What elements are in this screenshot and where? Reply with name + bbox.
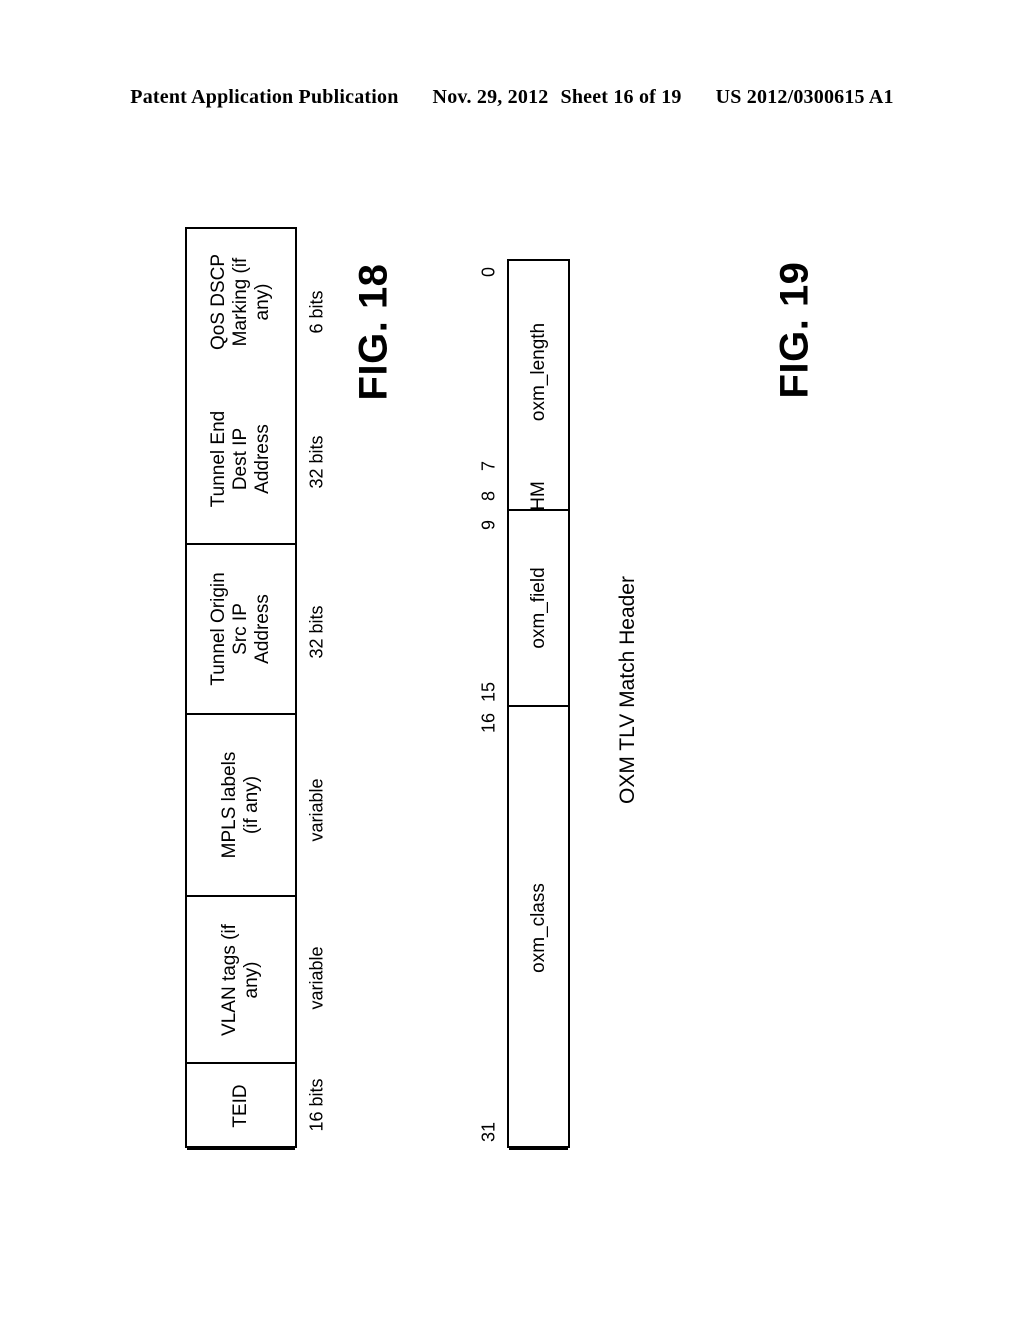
fig19-cell-label: oxm_field — [527, 567, 549, 649]
fig18-cell-tunnel-origin-src-ip: Tunnel Origin Src IP Address — [187, 545, 295, 715]
fig19-cell-label: oxm_class — [527, 882, 549, 973]
header-publication-label: Patent Application Publication — [130, 86, 399, 108]
fig18-cell-label: QoS DSCP Marking (if any) — [208, 253, 273, 351]
fig18-size-vlan-tags: variable — [306, 946, 327, 1010]
fig18-cell-mpls-labels: MPLS labels (if any) — [187, 715, 295, 897]
fig18-cell-vlan-tags: VLAN tags (if any) — [187, 897, 295, 1064]
fig18-cell-qos-dscp-marking: QoS DSCP Marking (if any) — [187, 229, 295, 375]
fig19-bitmark-16: 16 — [478, 712, 499, 734]
fig18-size-qos-dscp-marking: 6 bits — [306, 290, 327, 334]
fig18-cell-label: Tunnel End Dest IP Address — [208, 410, 273, 508]
fig19-bitmark-0: 0 — [478, 266, 499, 278]
fig18-cell-tunnel-end-dest-ip: Tunnel End Dest IP Address — [187, 375, 295, 545]
header-sheet-label: Sheet 16 of 19 — [560, 86, 682, 108]
fig19-bitmark-7: 7 — [478, 460, 499, 472]
fig19-oxm-tlv-match-header-box: oxm_class oxm_field HM oxm_length — [507, 259, 570, 1150]
fig18-cell-teid: TEID — [187, 1064, 295, 1150]
patent-figure-page: Patent Application Publication Nov. 29, 2… — [0, 0, 1024, 1320]
fig19-cell-label: oxm_length — [527, 322, 549, 421]
fig19-cell-oxm-length: oxm_length — [509, 261, 568, 482]
fig19-bitmark-31: 31 — [478, 1121, 499, 1143]
header-document-number: US 2012/0300615 A1 — [715, 86, 894, 108]
fig19-bitmark-15: 15 — [478, 681, 499, 703]
fig18-size-mpls-labels: variable — [306, 778, 327, 842]
fig19-cell-hm: HM — [509, 480, 568, 511]
fig19-cell-oxm-class: oxm_class — [509, 707, 568, 1150]
fig18-caption: FIG. 18 — [351, 263, 396, 401]
fig18-size-teid: 16 bits — [306, 1078, 327, 1132]
publication-header: Patent Application Publication Nov. 29, 2… — [0, 86, 1024, 109]
fig19-bitmark-9: 9 — [478, 519, 499, 531]
fig18-cell-label: TEID — [230, 1084, 252, 1128]
fig18-size-tunnel-origin-src-ip: 32 bits — [306, 605, 327, 659]
fig19-bitmark-8: 8 — [478, 490, 499, 502]
fig18-size-tunnel-end-dest-ip: 32 bits — [306, 435, 327, 489]
fig19-cell-oxm-field: oxm_field — [509, 511, 568, 707]
fig18-cell-label: MPLS labels (if any) — [219, 751, 262, 859]
fig18-cell-label: VLAN tags (if any) — [219, 923, 262, 1036]
fig19-title-label: OXM TLV Match Header — [616, 576, 639, 804]
header-date-label: Nov. 29, 2012 — [432, 86, 549, 108]
fig18-cell-label: Tunnel Origin Src IP Address — [208, 572, 273, 686]
fig18-packet-format-table: TEID VLAN tags (if any) MPLS labels (if … — [185, 227, 297, 1150]
fig19-cell-label: HM — [527, 480, 549, 511]
fig19-caption: FIG. 19 — [772, 261, 817, 399]
